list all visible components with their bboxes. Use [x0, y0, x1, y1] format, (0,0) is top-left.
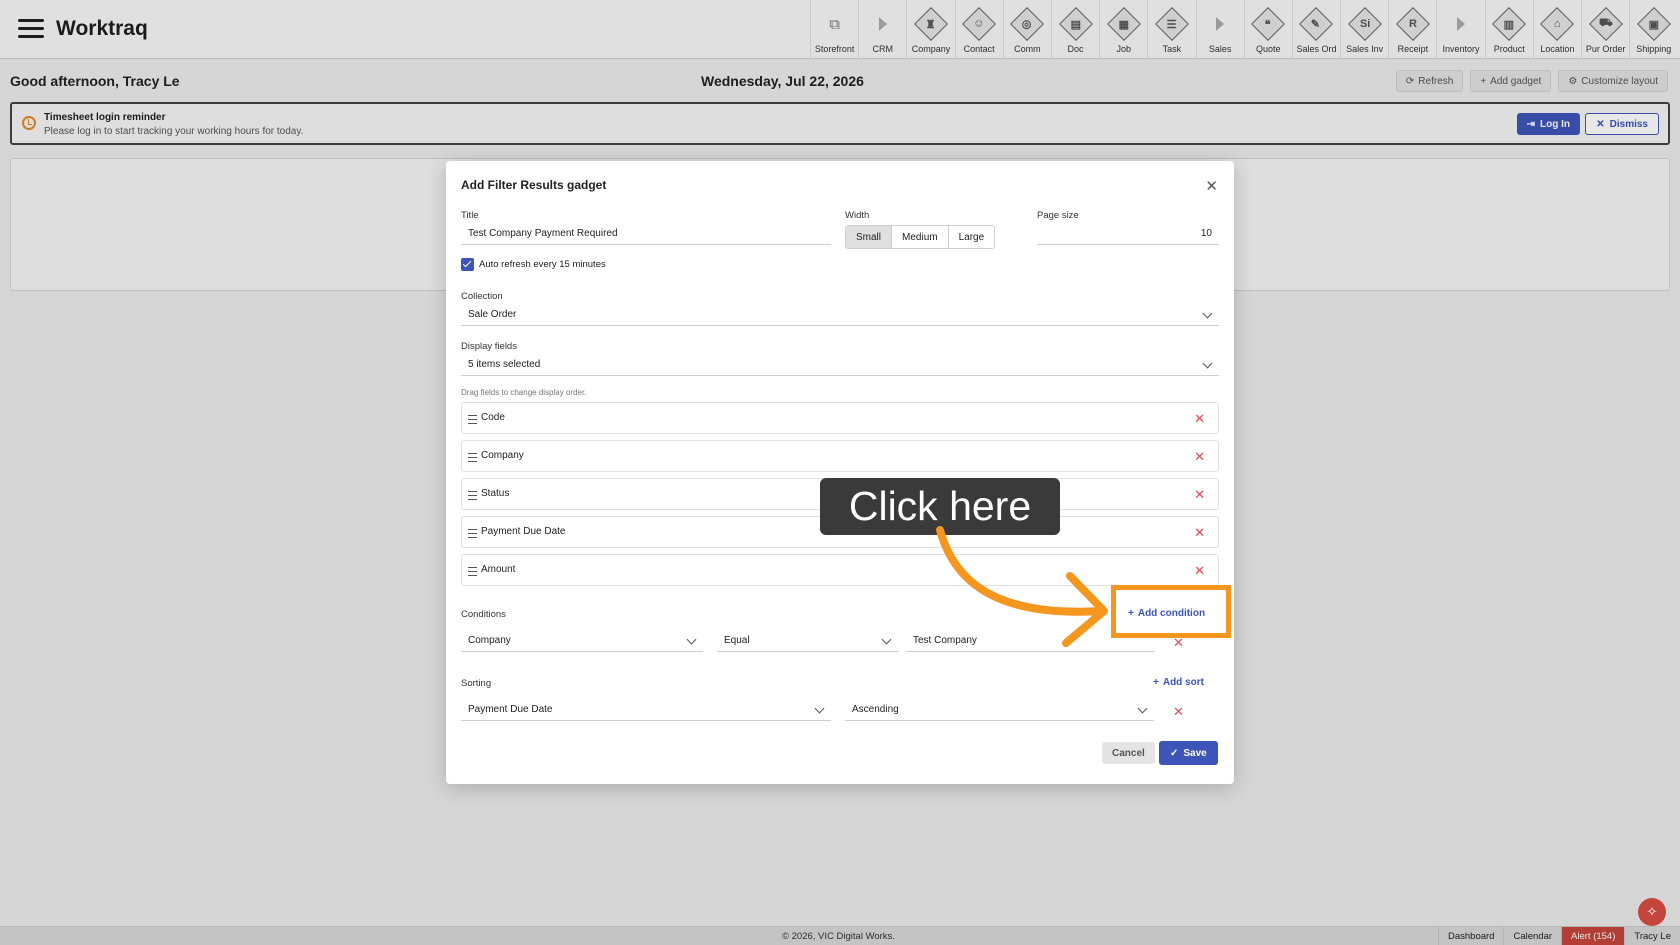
display-fields-label: Display fields: [461, 341, 517, 352]
collection-label: Collection: [461, 291, 503, 302]
drag-hint: Drag fields to change display order.: [461, 388, 587, 397]
sorting-label: Sorting: [461, 678, 492, 689]
add-condition-highlight: [1111, 585, 1231, 638]
display-field-row[interactable]: Company ✕: [461, 440, 1219, 472]
assistant-fab[interactable]: ✧: [1638, 898, 1666, 926]
save-button[interactable]: ✓ Save: [1159, 741, 1218, 765]
sparkle-icon: ✧: [1646, 904, 1658, 919]
chevron-down-icon: [1202, 358, 1213, 369]
close-icon[interactable]: ✕: [1205, 177, 1218, 195]
remove-field-icon[interactable]: ✕: [1194, 526, 1205, 539]
pointer-arrow: [936, 526, 1108, 647]
sort-direction-select[interactable]: Ascending: [845, 699, 1154, 721]
collection-select[interactable]: Sale Order: [461, 304, 1219, 326]
drag-handle-icon[interactable]: [468, 491, 477, 502]
title-input[interactable]: Test Company Payment Required: [461, 223, 831, 245]
chevron-down-icon: [1202, 308, 1213, 319]
display-fields-select[interactable]: 5 items selected: [461, 354, 1219, 376]
remove-field-icon[interactable]: ✕: [1194, 450, 1205, 463]
drag-handle-icon[interactable]: [468, 529, 477, 540]
page-size-input[interactable]: 10: [1037, 223, 1219, 245]
chevron-down-icon: [1137, 703, 1148, 714]
chevron-down-icon: [686, 634, 697, 645]
cancel-button[interactable]: Cancel: [1102, 742, 1155, 764]
remove-field-icon[interactable]: ✕: [1194, 564, 1205, 577]
title-label: Title: [461, 210, 479, 221]
dialog-title: Add Filter Results gadget: [461, 178, 607, 192]
width-option-medium[interactable]: Medium: [892, 226, 949, 248]
page-size-label: Page size: [1037, 210, 1079, 221]
auto-refresh-label: Auto refresh every 15 minutes: [479, 259, 606, 270]
add-sort-button[interactable]: + Add sort: [1153, 677, 1204, 688]
check-icon: ✓: [1170, 747, 1179, 759]
width-label: Width: [845, 210, 870, 221]
drag-handle-icon[interactable]: [468, 567, 477, 578]
chevron-down-icon: [881, 634, 892, 645]
remove-sort-icon[interactable]: ✕: [1173, 705, 1184, 718]
drag-handle-icon[interactable]: [468, 415, 477, 426]
sort-field-select[interactable]: Payment Due Date: [461, 699, 831, 721]
remove-field-icon[interactable]: ✕: [1194, 488, 1205, 501]
remove-field-icon[interactable]: ✕: [1194, 412, 1205, 425]
add-gadget-dialog: Add Filter Results gadget ✕ Title Test C…: [446, 161, 1234, 784]
width-selector: Small Medium Large: [845, 225, 996, 249]
display-field-row[interactable]: Code ✕: [461, 402, 1219, 434]
width-option-large[interactable]: Large: [949, 226, 995, 248]
condition-operator-select[interactable]: Equal: [717, 630, 898, 652]
chevron-down-icon: [814, 703, 825, 714]
condition-field-select[interactable]: Company: [461, 630, 703, 652]
plus-icon: +: [1153, 677, 1159, 688]
auto-refresh-checkbox[interactable]: [461, 258, 474, 271]
width-option-small[interactable]: Small: [846, 226, 893, 248]
drag-handle-icon[interactable]: [468, 453, 477, 464]
conditions-label: Conditions: [461, 609, 506, 620]
